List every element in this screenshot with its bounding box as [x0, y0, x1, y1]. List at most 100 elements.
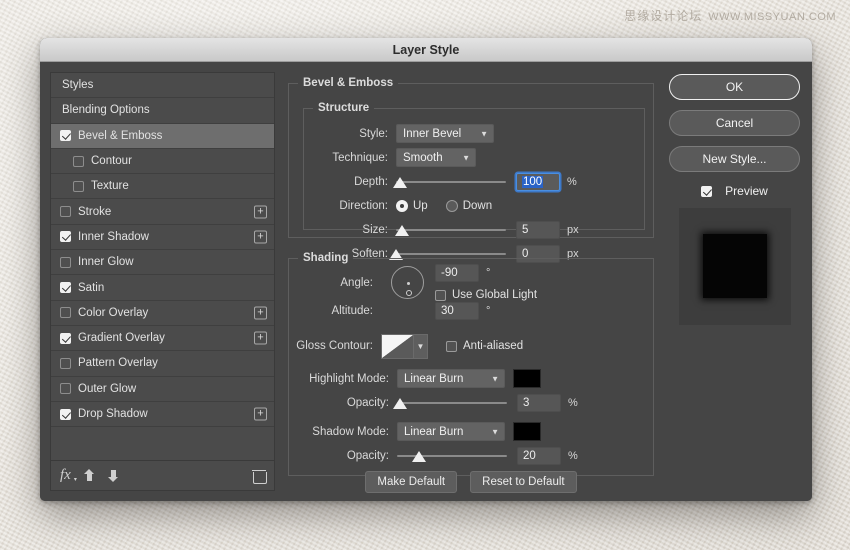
style-list-item-label: Color Overlay: [78, 307, 148, 319]
preview-thumbnail: [679, 208, 791, 325]
effect-enable-checkbox[interactable]: [60, 282, 71, 293]
style-row: Style: Inner Bevel ▼: [304, 122, 636, 145]
chevron-down-icon: ▼: [491, 427, 499, 436]
depth-label: Depth:: [304, 176, 396, 188]
effect-enable-checkbox[interactable]: [60, 257, 71, 268]
reset-to-default-button[interactable]: Reset to Default: [470, 471, 576, 493]
size-input-value: 5: [522, 224, 528, 236]
layer-style-dialog: Layer Style Styles Blending Options Bevel …: [40, 38, 812, 501]
effect-enable-checkbox[interactable]: [73, 181, 84, 192]
bevel-emboss-title: Bevel & Emboss: [298, 77, 398, 89]
angle-input-value: -90: [441, 267, 458, 279]
gloss-contour-picker[interactable]: ▼: [381, 334, 428, 359]
altitude-input[interactable]: 30: [435, 302, 479, 320]
effect-enable-checkbox[interactable]: [60, 130, 71, 141]
trash-icon[interactable]: [253, 469, 265, 483]
depth-input[interactable]: 100: [516, 173, 560, 191]
shadow-color-swatch[interactable]: [513, 422, 541, 441]
direction-up-radio[interactable]: [396, 200, 408, 212]
highlight-opacity-slider[interactable]: [397, 394, 507, 412]
anti-aliased-checkbox[interactable]: [446, 341, 457, 352]
effect-enable-checkbox[interactable]: [60, 383, 71, 394]
depth-slider[interactable]: [396, 173, 506, 191]
add-effect-instance-icon[interactable]: +: [254, 332, 267, 345]
style-list-item-drop-shadow[interactable]: Drop Shadow+: [51, 402, 274, 427]
new-style-button[interactable]: New Style...: [669, 146, 800, 172]
shadow-mode-select[interactable]: Linear Burn ▼: [397, 422, 505, 441]
style-list-item-gradient-overlay[interactable]: Gradient Overlay+: [51, 326, 274, 351]
style-list-item-outer-glow[interactable]: Outer Glow: [51, 377, 274, 402]
preview-toggle[interactable]: Preview: [701, 184, 768, 198]
angle-input[interactable]: -90: [435, 264, 479, 282]
style-list-item-label: Stroke: [78, 206, 111, 218]
highlight-opacity-row: Opacity: 3 %: [289, 391, 645, 414]
style-list-item-label: Blending Options: [62, 104, 150, 116]
shadow-opacity-thumb[interactable]: [412, 451, 426, 462]
use-global-light-checkbox[interactable]: [435, 290, 446, 301]
style-list-item-stroke[interactable]: Stroke +: [51, 199, 274, 224]
size-slider[interactable]: [396, 221, 506, 239]
arrow-up-icon[interactable]: [84, 469, 95, 482]
angle-dial[interactable]: [391, 266, 424, 299]
highlight-opacity-thumb[interactable]: [393, 398, 407, 409]
depth-slider-thumb[interactable]: [393, 177, 407, 188]
add-effect-instance-icon[interactable]: +: [254, 230, 267, 243]
effect-enable-checkbox[interactable]: [60, 307, 71, 318]
preview-shape: [703, 234, 767, 298]
preview-checkbox[interactable]: [701, 186, 712, 197]
style-list-item-styles[interactable]: Styles: [51, 73, 274, 98]
effect-enable-checkbox[interactable]: [60, 409, 71, 420]
effect-enable-checkbox[interactable]: [60, 333, 71, 344]
technique-select[interactable]: Smooth ▼: [396, 148, 476, 167]
effect-enable-checkbox[interactable]: [60, 231, 71, 242]
shading-group: Shading Angle: -90: [288, 258, 654, 476]
cancel-button[interactable]: Cancel: [669, 110, 800, 136]
chevron-down-icon[interactable]: ▼: [414, 334, 428, 359]
dialog-titlebar[interactable]: Layer Style: [40, 38, 812, 62]
effect-enable-checkbox[interactable]: [60, 358, 71, 369]
highlight-opacity-input[interactable]: 3: [517, 394, 561, 412]
style-list-item-satin[interactable]: Satin: [51, 275, 274, 300]
style-list-item-contour[interactable]: Contour: [51, 149, 274, 174]
chevron-down-icon: ▼: [462, 153, 470, 162]
highlight-color-swatch[interactable]: [513, 369, 541, 388]
add-effect-instance-icon[interactable]: +: [254, 205, 267, 218]
style-list-item-pattern-overlay[interactable]: Pattern Overlay: [51, 351, 274, 376]
style-list-item-label: Pattern Overlay: [78, 357, 158, 369]
add-effect-instance-icon[interactable]: +: [254, 408, 267, 421]
shadow-opacity-slider[interactable]: [397, 447, 507, 465]
style-list-item-label: Satin: [78, 282, 104, 294]
bevel-emboss-group: Bevel & Emboss Structure Style: Inner Be…: [288, 83, 654, 238]
effect-enable-checkbox[interactable]: [73, 156, 84, 167]
size-slider-thumb[interactable]: [395, 225, 409, 236]
angle-dial-center: [407, 282, 410, 285]
style-select[interactable]: Inner Bevel ▼: [396, 124, 494, 143]
ok-button[interactable]: OK: [669, 74, 800, 100]
forum-watermark: 思缘设计论坛WWW.MISSYUAN.COM: [624, 7, 836, 24]
global-light-row: Use Global Light: [435, 289, 555, 301]
angle-dial-handle[interactable]: [406, 290, 412, 296]
style-list-item-blending-options[interactable]: Blending Options: [51, 98, 274, 123]
make-default-button[interactable]: Make Default: [365, 471, 457, 493]
style-list-item-inner-shadow[interactable]: Inner Shadow+: [51, 225, 274, 250]
styles-panel: Styles Blending Options Bevel & Emboss Cont…: [50, 72, 275, 491]
arrow-down-icon[interactable]: [108, 469, 119, 482]
style-list-item-bevel-emboss[interactable]: Bevel & Emboss: [51, 124, 274, 149]
altitude-input-value: 30: [441, 305, 454, 317]
style-list-item-label: Bevel & Emboss: [78, 130, 162, 142]
fx-icon[interactable]: fx: [60, 468, 71, 483]
style-list-item-texture[interactable]: Texture: [51, 174, 274, 199]
style-list-item-color-overlay[interactable]: Color Overlay +: [51, 301, 274, 326]
technique-select-value: Smooth: [403, 152, 443, 164]
style-list-item-label: Outer Glow: [78, 383, 136, 395]
effect-enable-checkbox[interactable]: [60, 206, 71, 217]
highlight-mode-select[interactable]: Linear Burn ▼: [397, 369, 505, 388]
add-effect-instance-icon[interactable]: +: [254, 306, 267, 319]
size-input[interactable]: 5: [516, 221, 560, 239]
preview-label: Preview: [725, 184, 768, 198]
gloss-contour-swatch[interactable]: [381, 334, 414, 359]
shadow-opacity-input[interactable]: 20: [517, 447, 561, 465]
style-list-item-inner-glow[interactable]: Inner Glow: [51, 250, 274, 275]
size-label: Size:: [304, 224, 396, 236]
direction-down-radio[interactable]: [446, 200, 458, 212]
